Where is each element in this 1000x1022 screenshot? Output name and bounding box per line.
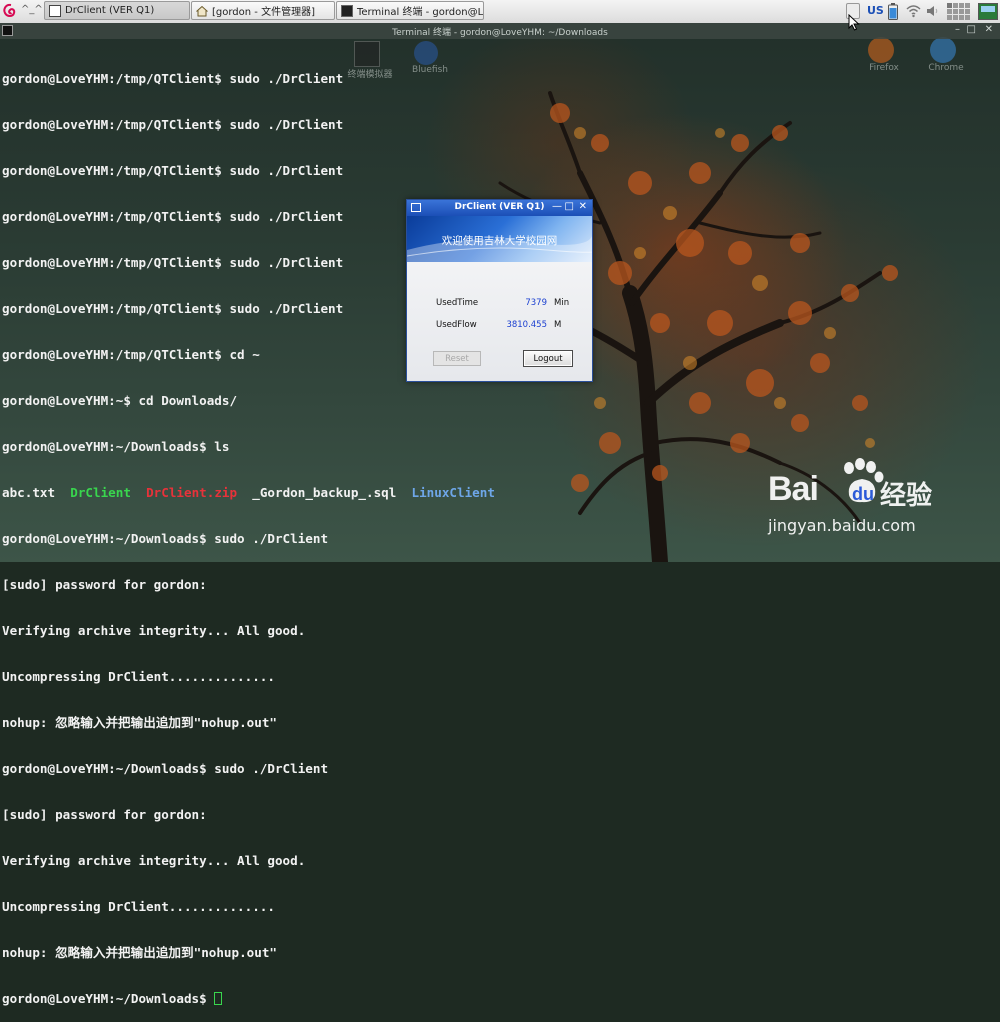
used-flow-value: 3810.455 [506,320,547,330]
logout-button[interactable]: Logout [523,350,573,367]
terminal-line: gordon@LoveYHM:~/Downloads$ ls [2,438,230,454]
window-icon [49,4,61,17]
task-terminal[interactable]: Terminal 终端 - gordon@Lo... [336,1,484,20]
app-menu-hat[interactable]: ^_^ [21,4,43,15]
baidu-brand-du: du [852,484,874,504]
terminal-prompt: gordon@LoveYHM:~/Downloads$ [2,991,215,1007]
mouse-pointer-icon [848,14,860,31]
terminal-line: nohup: 忽略输入并把输出追加到"nohup.out" [2,945,278,961]
system-tray: US [840,0,1000,23]
task-label: Terminal 终端 - gordon@Lo... [357,7,484,18]
used-flow-unit: M [554,320,562,330]
terminal-line: Uncompressing DrClient.............. [2,669,275,685]
battery-icon[interactable] [888,3,898,20]
terminal-line: gordon@LoveYHM:/tmp/QTClient$ sudo ./DrC… [2,162,344,178]
show-desktop-icon[interactable] [978,3,998,20]
desktop-icon-firefox[interactable]: Firefox [868,37,914,73]
watermark-url: jingyan.baidu.com [768,516,916,535]
terminal-icon [341,4,353,17]
reset-button[interactable]: Reset [433,351,481,366]
ls-directory: LinuxClient [411,484,495,500]
used-time-value: 7379 [525,298,547,308]
terminal-line: gordon@LoveYHM:/tmp/QTClient$ sudo ./DrC… [2,70,344,86]
minimize-icon[interactable]: – [955,24,960,35]
terminal-line: nohup: 忽略输入并把输出追加到"nohup.out" [2,715,278,731]
home-folder-icon [196,5,208,16]
close-icon[interactable]: ✕ [579,201,587,212]
ls-file: abc.txt [2,484,56,500]
used-time-unit: Min [554,298,570,308]
firefox-icon [868,37,894,63]
desktop-icon-label: Chrome [928,63,964,73]
task-drclient[interactable]: DrClient (VER Q1) [44,1,190,20]
desktop-icon-chrome[interactable]: Chrome [928,37,976,73]
volume-icon[interactable] [926,5,940,17]
terminal-line: Verifying archive integrity... All good. [2,853,306,869]
chrome-icon [930,37,956,63]
close-icon[interactable]: ✕ [985,24,993,35]
maximize-icon[interactable]: □ [967,24,976,35]
ls-file: _Gordon_backup_.sql [252,484,397,500]
task-file-manager[interactable]: [gordon - 文件管理器] [191,1,335,20]
welcome-banner: 欢迎使用吉林大学校园网 [407,216,592,262]
baidu-brand-bai: Bai [768,470,819,508]
terminal-line: gordon@LoveYHM:/tmp/QTClient$ sudo ./DrC… [2,116,344,132]
terminal-output[interactable]: gordon@LoveYHM:/tmp/QTClient$ sudo ./DrC… [2,40,562,1022]
wifi-icon[interactable] [906,4,921,18]
dialog-titlebar[interactable]: DrClient (VER Q1) — □ ✕ [407,200,592,216]
terminal-line: gordon@LoveYHM:~/Downloads$ sudo ./DrCli… [2,761,329,777]
terminal-line: gordon@LoveYHM:~$ cd Downloads/ [2,392,238,408]
terminal-cursor [214,992,223,1006]
keyboard-layout-indicator[interactable]: US [867,4,884,17]
maximize-icon[interactable]: □ [565,201,574,212]
desktop-icon-label: Firefox [869,63,899,73]
terminal-line: Verifying archive integrity... All good. [2,623,306,639]
terminal-line: [sudo] password for gordon: [2,577,207,593]
minimize-icon[interactable]: — [552,201,562,212]
used-flow-label: UsedFlow [436,320,477,330]
banner-text: 欢迎使用吉林大学校园网 [441,235,558,247]
workspace-switcher[interactable] [947,3,973,20]
ls-archive: DrClient.zip [146,484,238,500]
baidu-brand-jingyan: 经验 [880,481,933,511]
terminal-line: gordon@LoveYHM:~/Downloads$ sudo ./DrCli… [2,531,329,546]
ls-output-line: abc.txt DrClient DrClient.zip _Gordon_ba… [2,485,562,500]
used-time-label: UsedTime [436,298,479,308]
terminal-line: Uncompressing DrClient.............. [2,899,275,915]
drclient-dialog: DrClient (VER Q1) — □ ✕ 欢迎使用吉林大学校园网 Used… [406,199,593,382]
debian-swirl-icon[interactable] [2,3,18,19]
task-label: DrClient (VER Q1) [65,5,155,16]
task-label: [gordon - 文件管理器] [212,7,315,18]
terminal-line: [sudo] password for gordon: [2,807,207,823]
terminal-prompt-line[interactable]: gordon@LoveYHM:~/Downloads$ [2,991,562,1006]
ls-executable: DrClient [70,484,131,500]
